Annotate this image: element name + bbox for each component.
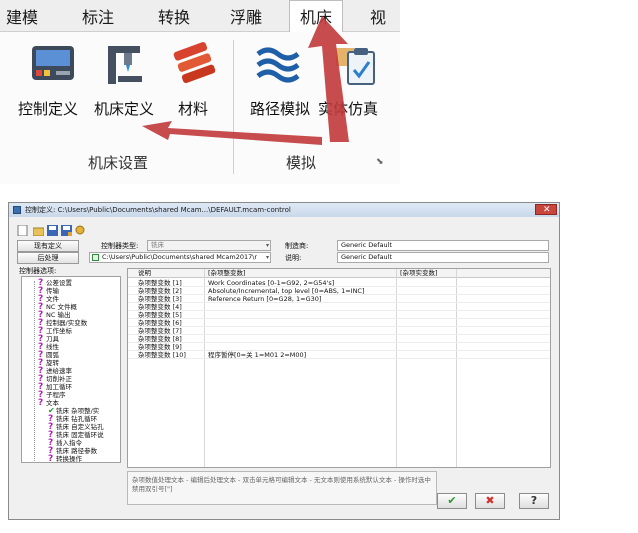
table-row[interactable]: 杂项整变数 [6]: [128, 319, 550, 327]
properties-icon[interactable]: [75, 221, 86, 235]
help-icon: ?: [530, 494, 538, 507]
grid-header: 说明 [杂项整变数] [杂项实变数]: [128, 269, 550, 278]
manufacturer-field[interactable]: Generic Default: [337, 240, 549, 251]
variable-value-cell[interactable]: Work Coordinates [0-1=G92, 2=G54's]: [208, 279, 334, 287]
table-row[interactable]: 杂项整变数 [5]: [128, 311, 550, 319]
table-row[interactable]: 杂项整变数 [2] Absolute/Incremental, top level…: [128, 287, 550, 295]
tree-item-label: 插入指令: [56, 439, 82, 447]
tree-item-label: 切削补正: [46, 375, 72, 383]
variable-name-cell: 杂项整变数 [7]: [138, 327, 182, 335]
controller-type-value: 铣床: [151, 241, 164, 249]
ok-button[interactable]: ✔: [437, 493, 467, 509]
tree-item-label: 线性: [46, 343, 59, 351]
grid-header-description[interactable]: 说明: [138, 269, 151, 278]
app-icon: [13, 206, 21, 214]
misc-variables-grid[interactable]: 说明 [杂项整变数] [杂项实变数] 杂项整变数 [1] Work Coordin…: [127, 268, 551, 468]
help-button[interactable]: ?: [519, 493, 549, 509]
close-button[interactable]: ✕: [535, 204, 557, 215]
cancel-icon: ✖: [485, 494, 495, 507]
controller-type-label: 控制器类型:: [101, 242, 139, 250]
variable-name-cell: 杂项整变数 [2]: [138, 287, 182, 295]
close-icon: ✕: [543, 205, 551, 215]
tree-item-label: 圆弧: [46, 351, 59, 359]
ribbon: 建模 标注 转换 浮雕 机床 视图 控制定义 机床定义: [0, 0, 400, 184]
help-text-panel: 杂项数值处理文本 - 编辑后处理文本 - 双击单元格可编辑文本 - 无文本则使用…: [127, 471, 437, 505]
controller-type-select[interactable]: 铣床 ▾: [147, 240, 271, 251]
tree-item-label: 铣床 钻孔循环: [56, 415, 98, 423]
cancel-button[interactable]: ✖: [475, 493, 505, 509]
tree-item-label: 控制器/实变数: [46, 319, 88, 327]
check-icon: ✔: [447, 494, 457, 507]
description-label: 说明:: [285, 254, 302, 262]
description-field[interactable]: Generic Default: [337, 252, 549, 263]
tree-item-label: 子程序: [46, 391, 66, 399]
table-row[interactable]: 杂项整变数 [7]: [128, 327, 550, 335]
control-definition-dialog: 控制定义: C:\Users\Public\Documents\shared M…: [8, 202, 560, 520]
variable-name-cell: 杂项整变数 [9]: [138, 343, 182, 351]
tree-item-label: 文件: [46, 295, 59, 303]
variable-value-cell[interactable]: 程序暂停[0=关 1=M01 2=M00]: [208, 351, 306, 359]
red-arrows-annotation: [142, 16, 349, 145]
table-row[interactable]: 杂项整变数 [10] 程序暂停[0=关 1=M01 2=M00]: [128, 351, 550, 359]
tree-item-label: 加工循环: [46, 383, 72, 391]
chevron-down-icon: ▾: [265, 242, 269, 249]
manufacturer-label: 制造商:: [285, 242, 309, 250]
tree-item-label: 铣床 路径参数: [56, 447, 98, 455]
current-definition-button[interactable]: 现有定义: [17, 240, 79, 252]
chevron-down-icon: ▾: [265, 254, 269, 261]
variable-name-cell: 杂项整变数 [6]: [138, 319, 182, 327]
question-mark-icon: ?: [38, 398, 44, 408]
table-row[interactable]: 杂项整变数 [8]: [128, 335, 550, 343]
save-as-icon[interactable]: [61, 221, 72, 236]
variable-value-cell[interactable]: Reference Return [0=G28, 1=G30]: [208, 295, 321, 303]
tree-item-label: 公差设置: [46, 279, 72, 287]
tree-item-label: 进给速率: [46, 367, 72, 375]
open-folder-icon[interactable]: [32, 221, 45, 237]
tree-item-label: 铣床 固定循环说: [56, 431, 104, 439]
new-file-icon[interactable]: [17, 221, 28, 237]
post-path-value: C:\Users\Public\Documents\shared Mcam201…: [102, 253, 258, 261]
variable-name-cell: 杂项整变数 [10]: [138, 351, 186, 359]
table-row[interactable]: 杂项整变数 [1] Work Coordinates [0-1=G92, 2=G5…: [128, 279, 550, 287]
tree-item-label: NC 文件概: [46, 303, 77, 311]
variable-name-cell: 杂项整变数 [3]: [138, 295, 182, 303]
save-icon[interactable]: [47, 221, 58, 236]
question-mark-icon: ?: [48, 454, 54, 463]
grid-header-integer[interactable]: [杂项整变数]: [208, 269, 246, 278]
table-row[interactable]: 杂项整变数 [4]: [128, 303, 550, 311]
tree-guide-line: [34, 281, 35, 461]
tree-item-label: 转换操作: [56, 455, 82, 463]
grid-header-real[interactable]: [杂项实变数]: [400, 269, 438, 278]
controller-options-label: 控制器选项:: [19, 267, 57, 275]
controller-options-tree[interactable]: ? 公差设置? 传输? 文件? NC 文件概? NC 输出? 控制器/实变数? 工作坐标? 刀具…: [21, 276, 121, 463]
tree-item-label: 工作坐标: [46, 327, 72, 335]
variable-name-cell: 杂项整变数 [5]: [138, 311, 182, 319]
post-path-select[interactable]: C:\Users\Public\Documents\shared Mcam201…: [89, 252, 271, 263]
variable-name-cell: 杂项整变数 [4]: [138, 303, 182, 311]
dialog-title: 控制定义: C:\Users\Public\Documents\shared M…: [25, 206, 291, 214]
tree-item-label: 铣床 杂项整/实: [56, 407, 100, 415]
tree-item-label: 刀具: [46, 335, 59, 343]
tree-item-label: 铣床 自定义钻孔: [56, 423, 104, 431]
variable-value-cell[interactable]: Absolute/Incremental, top level [0=ABS, …: [208, 287, 365, 295]
tree-item-label: 旋转: [46, 359, 59, 367]
table-row[interactable]: 杂项整变数 [3] Reference Return [0=G28, 1=G30]: [128, 295, 550, 303]
tree-item-label: NC 输出: [46, 311, 71, 319]
variable-name-cell: 杂项整变数 [1]: [138, 279, 182, 287]
dialog-titlebar: 控制定义: C:\Users\Public\Documents\shared M…: [9, 203, 559, 217]
post-file-icon: [92, 254, 99, 261]
variable-name-cell: 杂项整变数 [8]: [138, 335, 182, 343]
post-processor-button[interactable]: 后处理: [17, 252, 79, 264]
table-row[interactable]: 杂项整变数 [9]: [128, 343, 550, 351]
tree-item-label: 传输: [46, 287, 59, 295]
